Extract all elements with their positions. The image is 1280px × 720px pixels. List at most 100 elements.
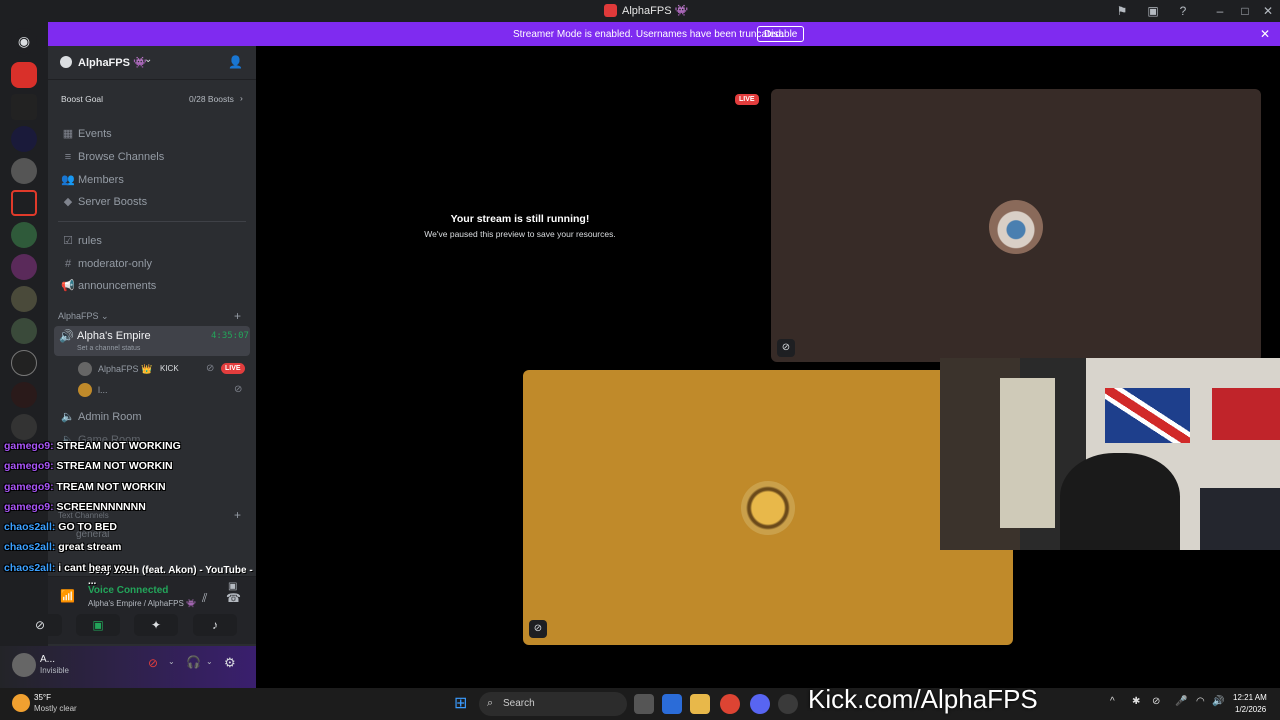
search-icon: ⌕: [487, 697, 494, 709]
banner-message: Streamer Mode is enabled. Usernames have…: [513, 29, 784, 40]
nav-server-boosts[interactable]: ◆ Server Boosts: [60, 192, 250, 212]
headphones-icon[interactable]: 🎧: [186, 655, 201, 669]
webcam-door: [1000, 378, 1055, 528]
mic-muted-icon[interactable]: ⊘: [148, 656, 158, 670]
webcam-bandana: [1212, 388, 1280, 440]
weather-icon[interactable]: [12, 694, 30, 712]
activities-button[interactable]: ✦: [134, 614, 178, 636]
participant-tile-1[interactable]: ⊘: [771, 89, 1261, 362]
members-icon: 👥: [61, 174, 75, 186]
voice-user-1[interactable]: AlphaFPS 👑 KICK ⊘ LIVE: [78, 361, 248, 379]
disable-button[interactable]: Disable: [757, 26, 805, 42]
file-explorer-icon[interactable]: [690, 694, 710, 714]
wifi-icon[interactable]: ◠: [1196, 696, 1205, 707]
chat-user: gamego9:: [4, 501, 54, 513]
server-icon-4[interactable]: [11, 158, 37, 184]
help-icon[interactable]: ?: [1175, 3, 1191, 19]
webcam-bed: [1200, 488, 1280, 550]
screen-icon[interactable]: ▣: [1145, 3, 1161, 19]
search-box[interactable]: ⌕ Search: [479, 692, 627, 716]
chrome-icon[interactable]: [720, 694, 740, 714]
screenshare-button[interactable]: ▣: [76, 614, 120, 636]
nav-events-label: Events: [78, 128, 112, 140]
chevron-down-icon[interactable]: ⌄: [168, 657, 175, 666]
voice-user-2[interactable]: l... ⊘: [78, 382, 248, 400]
channel-announcements[interactable]: 📢 announcements: [60, 276, 250, 296]
channel-status-hint[interactable]: Set a channel status: [77, 345, 140, 352]
channel-admin-room[interactable]: 🔈 Admin Room: [60, 407, 250, 427]
nav-browse-channels[interactable]: ≡ Browse Channels: [60, 147, 250, 167]
camera-off-button[interactable]: ⊘: [18, 614, 62, 636]
nav-members[interactable]: 👥 Members: [60, 170, 250, 190]
app-icon: [604, 4, 617, 17]
muted-mic-icon: ⊘: [777, 339, 795, 357]
add-channel-icon[interactable]: +: [234, 309, 241, 323]
server-badge-icon: [60, 56, 72, 68]
nav-events[interactable]: ▦ Events: [60, 124, 250, 144]
server-icon-12[interactable]: [11, 414, 37, 440]
minimize-icon[interactable]: –: [1212, 3, 1228, 19]
soundboard-button[interactable]: ♪: [193, 614, 237, 636]
disconnect-icon[interactable]: ☎: [226, 591, 241, 605]
server-icon-1[interactable]: [11, 62, 37, 88]
server-icon-10[interactable]: [11, 350, 37, 376]
avatar[interactable]: [12, 653, 36, 677]
weather-desc[interactable]: Mostly clear: [34, 704, 77, 713]
chevron-down-icon[interactable]: ⌄: [206, 657, 213, 666]
chat-user: chaos2all:: [4, 541, 56, 553]
streamer-mode-banner: Streamer Mode is enabled. Usernames have…: [48, 22, 1280, 46]
voice-channel-alphas-empire[interactable]: 🔊 Alpha's Empire 4:35:07 Set a channel s…: [54, 326, 250, 356]
chat-text: TREAM NOT WORKIN: [56, 481, 166, 493]
signal-icon[interactable]: 📶: [60, 589, 75, 603]
store-icon[interactable]: [662, 694, 682, 714]
microphone-icon[interactable]: 🎤: [1175, 696, 1187, 707]
speaker-icon: 🔈: [61, 411, 75, 423]
noise-suppression-icon[interactable]: ⫽: [202, 591, 207, 606]
inbox-icon[interactable]: ⚑: [1114, 3, 1130, 19]
network-off-icon[interactable]: ⊘: [1152, 696, 1160, 707]
windows-start-icon[interactable]: ⊞: [454, 695, 472, 713]
user-avatar-eye: [989, 200, 1043, 254]
category-header[interactable]: AlphaFPS ⌄: [58, 311, 109, 322]
browse-icon: ≡: [64, 151, 72, 163]
chat-text: great stream: [58, 541, 122, 553]
user-status: Invisible: [40, 666, 69, 675]
maximize-icon[interactable]: □: [1237, 3, 1253, 19]
add-member-icon[interactable]: 👤: [228, 55, 243, 69]
chat-user: gamego9:: [4, 440, 54, 452]
server-icon-7[interactable]: [11, 254, 37, 280]
user-avatar-beer: [741, 481, 795, 535]
obs-icon[interactable]: [778, 694, 798, 714]
chat-user: chaos2all:: [4, 562, 56, 574]
discord-home-icon[interactable]: ◉: [11, 28, 37, 54]
server-icon-9[interactable]: [11, 318, 37, 344]
settings-gear-icon[interactable]: ⚙: [224, 655, 236, 671]
nav-members-label: Members: [78, 174, 124, 186]
channel-rules[interactable]: ☑ rules: [60, 231, 250, 251]
channel-moderator-only[interactable]: # moderator-only: [60, 254, 250, 274]
discord-taskbar-icon[interactable]: [750, 694, 770, 714]
volume-icon[interactable]: 🔊: [1212, 696, 1224, 707]
task-view-icon[interactable]: [634, 694, 654, 714]
add-text-channel-icon[interactable]: +: [234, 508, 241, 522]
tray-chevron-icon[interactable]: ^: [1110, 696, 1115, 707]
server-header[interactable]: AlphaFPS 👾 ⌄ 👤: [48, 46, 256, 80]
weather-temp[interactable]: 35°F: [34, 693, 51, 702]
bluetooth-icon[interactable]: ✱: [1132, 696, 1140, 707]
search-label: Search: [503, 698, 535, 709]
close-window-icon[interactable]: ✕: [1260, 3, 1276, 19]
avatar: [78, 383, 92, 397]
boost-goal[interactable]: Boost Goal 0/28 Boosts ›: [52, 88, 250, 108]
channel-admin-label: Admin Room: [78, 411, 142, 423]
close-banner-icon[interactable]: ✕: [1260, 27, 1270, 41]
screenshare-icon: ▣: [92, 618, 104, 632]
server-icon-2[interactable]: [11, 94, 37, 120]
clock-date[interactable]: 1/2/2026: [1235, 705, 1266, 714]
server-icon-6[interactable]: [11, 222, 37, 248]
server-icon-11[interactable]: [11, 382, 37, 408]
clock-time[interactable]: 12:21 AM: [1233, 693, 1267, 702]
server-icon-8[interactable]: [11, 286, 37, 312]
chat-user: chaos2all:: [4, 521, 56, 533]
server-icon-5[interactable]: [11, 190, 37, 216]
server-icon-3[interactable]: [11, 126, 37, 152]
